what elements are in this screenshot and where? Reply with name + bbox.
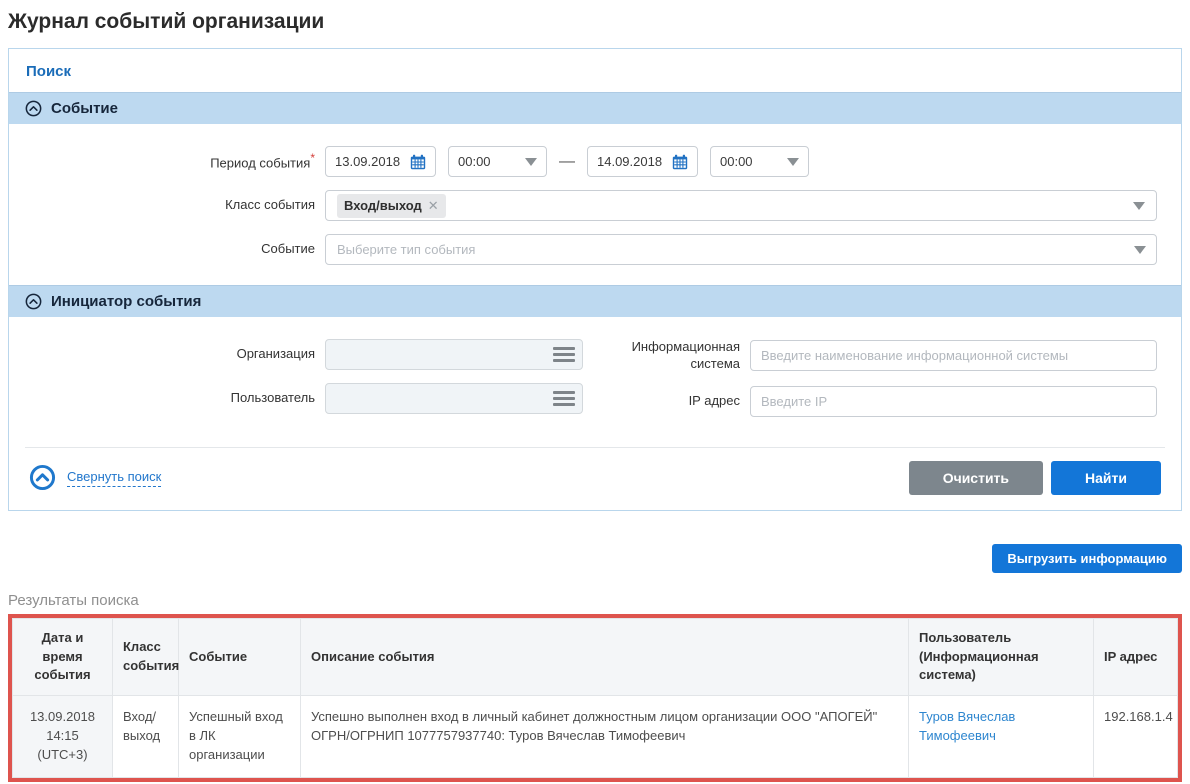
time-from-select[interactable]: 00:00 [448,146,547,177]
col-header-user: Пользователь (Информационная система) [909,618,1094,696]
calendar-icon[interactable] [672,154,688,170]
event-type-input[interactable] [328,235,1128,264]
cell-ip: 192.168.1.4 [1094,696,1178,778]
collapse-section-icon[interactable] [25,293,42,310]
collapse-search-link[interactable]: Свернуть поиск [29,464,161,491]
chevron-down-icon [1133,202,1145,210]
event-type-label: Событие [33,241,315,257]
col-header-ip: IP адрес [1094,618,1178,696]
results-table: Дата и время события Класс события Событ… [8,614,1182,782]
export-row: Выгрузить информацию [8,544,1182,573]
info-system-input[interactable] [750,340,1157,371]
find-button[interactable]: Найти [1051,461,1161,495]
date-to-input[interactable]: 14.09.2018 [587,146,698,177]
user-link[interactable]: Туров Вячеслав Тимофеевич [919,709,1015,743]
organization-row: Организация [33,339,583,370]
collapse-circle-icon[interactable] [29,464,56,491]
collapse-search-label[interactable]: Свернуть поиск [67,469,161,487]
event-type-select[interactable] [325,234,1157,265]
cell-user: Туров Вячеслав Тимофеевич [909,696,1094,778]
cell-datetime: 13.09.2018 14:15 (UTC+3) [13,696,113,778]
chevron-down-icon [525,158,537,166]
event-class-label: Класс события [33,197,315,213]
section-title-initiator: Инициатор события [51,293,201,310]
ip-row: IP адрес [603,386,1157,417]
section-title-event: Событие [51,100,118,117]
ip-label: IP адрес [603,393,740,410]
period-separator: — [559,153,575,171]
remove-tag-icon[interactable]: ✕ [428,198,439,214]
table-header-row: Дата и время события Класс события Событ… [13,618,1178,696]
table-row: 13.09.2018 14:15 (UTC+3) Вход/ выход Усп… [13,696,1178,778]
menu-icon[interactable] [553,347,575,362]
info-system-label: Информационная система [603,339,740,373]
col-header-description: Описание события [301,618,909,696]
cell-event: Успешный вход в ЛК организации [179,696,301,778]
calendar-icon[interactable] [410,154,426,170]
event-section-form: Период события* 13.09.2018 00:00 — 14.09… [9,124,1181,285]
selected-tag-chip: Вход/выход ✕ [337,194,446,218]
date-from-input[interactable]: 13.09.2018 [325,146,436,177]
organization-label: Организация [33,346,315,362]
cell-description: Успешно выполнен вход в личный кабинет д… [301,696,909,778]
search-panel-title: Поиск [9,49,1181,92]
required-asterisk: * [310,151,315,165]
user-row: Пользователь [33,383,583,414]
info-system-row: Информационная система [603,339,1157,373]
menu-icon[interactable] [553,391,575,406]
section-header-event[interactable]: Событие [9,92,1181,124]
col-header-event: Событие [179,618,301,696]
organization-picker[interactable] [325,339,583,370]
section-header-initiator[interactable]: Инициатор события [9,285,1181,317]
cell-event-class: Вход/ выход [113,696,179,778]
user-label: Пользователь [33,390,315,406]
event-class-select[interactable]: Вход/выход ✕ [325,190,1157,221]
period-row: Период события* 13.09.2018 00:00 — 14.09… [33,146,1157,177]
event-type-row: Событие [33,234,1157,265]
user-picker[interactable] [325,383,583,414]
collapse-section-icon[interactable] [25,100,42,117]
ip-input[interactable] [750,386,1157,417]
col-header-datetime: Дата и время события [13,618,113,696]
export-button[interactable]: Выгрузить информацию [992,544,1182,573]
clear-button[interactable]: Очистить [909,461,1043,495]
period-label: Период события* [33,151,315,172]
col-header-class: Класс события [113,618,179,696]
time-to-select[interactable]: 00:00 [710,146,809,177]
event-class-row: Класс события Вход/выход ✕ [33,190,1157,221]
chevron-down-icon [787,158,799,166]
results-title: Результаты поиска [8,592,1182,609]
initiator-section-form: Организация Пользователь Информационная … [9,317,1181,437]
search-footer: Свернуть поиск Очистить Найти [25,447,1165,510]
search-panel: Поиск Событие Период события* 13.09.2018… [8,48,1182,511]
chevron-down-icon [1134,246,1146,254]
page-title: Журнал событий организации [8,10,1182,34]
